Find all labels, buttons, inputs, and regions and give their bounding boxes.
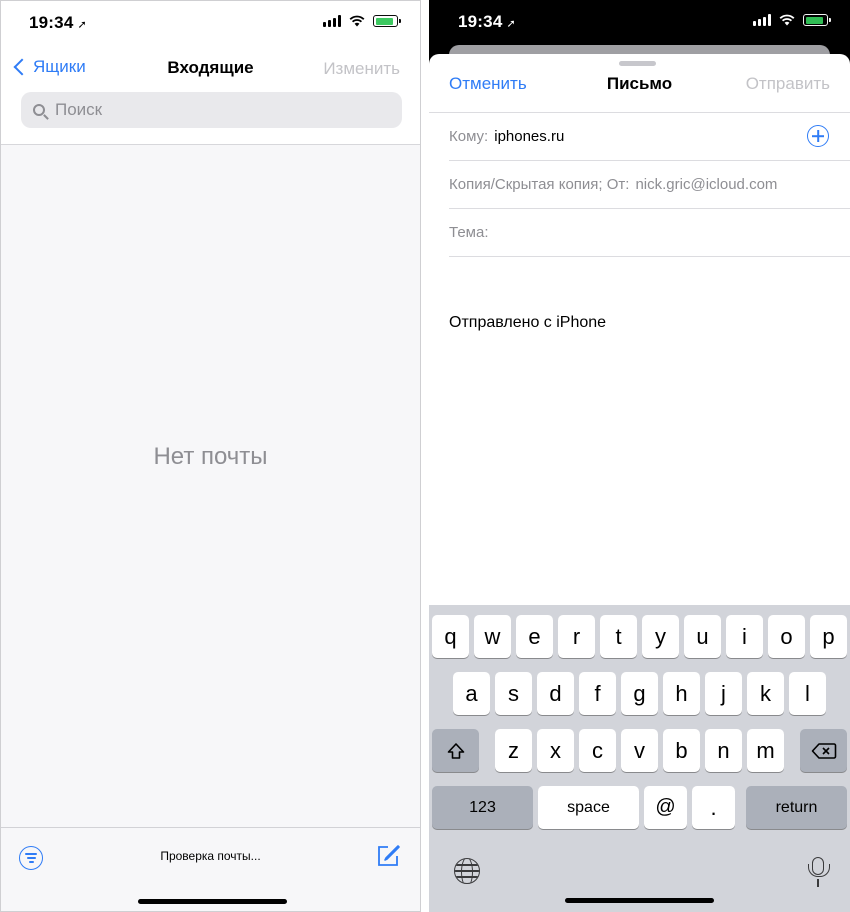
space-key[interactable]: space xyxy=(538,786,639,829)
to-value[interactable]: iphones.ru xyxy=(494,128,564,145)
wifi-icon xyxy=(779,14,795,26)
delete-key[interactable] xyxy=(800,729,847,772)
key-q[interactable]: q xyxy=(432,615,469,658)
compose-screen: 19:34 ➚ Отменить Письмо Отправить Кому: i… xyxy=(429,0,850,912)
cc-from-label: Копия/Скрытая копия; От: xyxy=(449,176,630,193)
home-indicator xyxy=(138,899,287,904)
key-o[interactable]: o xyxy=(768,615,805,658)
key-u[interactable]: u xyxy=(684,615,721,658)
key-s[interactable]: s xyxy=(495,672,532,715)
key-z[interactable]: z xyxy=(495,729,532,772)
to-label: Кому: xyxy=(449,128,489,145)
mail-status-text: Проверка почты... xyxy=(160,849,261,863)
key-l[interactable]: l xyxy=(789,672,826,715)
location-arrow-icon: ➚ xyxy=(506,18,516,30)
key-y[interactable]: y xyxy=(642,615,679,658)
status-time: 19:34 ➚ xyxy=(29,13,87,32)
search-icon xyxy=(33,104,45,116)
cellular-signal-icon xyxy=(323,15,341,27)
cellular-signal-icon xyxy=(753,14,771,26)
cc-from-field[interactable]: Копия/Скрытая копия; От: nick.gric@iclou… xyxy=(449,161,850,209)
battery-charging-icon xyxy=(803,14,831,26)
message-body[interactable]: Отправлено с iPhone xyxy=(449,314,606,332)
microphone-icon[interactable] xyxy=(808,857,830,877)
key-e[interactable]: e xyxy=(516,615,553,658)
return-key[interactable]: return xyxy=(746,786,847,829)
key-v[interactable]: v xyxy=(621,729,658,772)
status-icons xyxy=(323,15,401,27)
key-d[interactable]: d xyxy=(537,672,574,715)
sheet-grabber[interactable] xyxy=(619,61,656,66)
battery-charging-icon xyxy=(373,15,401,27)
search-field[interactable]: Поиск xyxy=(21,92,402,128)
numbers-key[interactable]: 123 xyxy=(432,786,533,829)
status-bar: 19:34 ➚ xyxy=(1,1,420,45)
key-k[interactable]: k xyxy=(747,672,784,715)
key-p[interactable]: p xyxy=(810,615,847,658)
inbox-screen: 19:34 ➚ Ящики Входящие Изменить Поиск Нет… xyxy=(0,0,421,912)
send-button[interactable]: Отправить xyxy=(746,74,830,94)
search-placeholder: Поиск xyxy=(55,100,103,119)
add-contact-icon[interactable] xyxy=(807,125,829,147)
keyboard: q w e r t y u i o p a s d f g h j k l z … xyxy=(429,605,850,912)
compose-icon[interactable] xyxy=(376,842,402,868)
status-time: 19:34 ➚ xyxy=(458,12,516,31)
at-key[interactable]: @ xyxy=(644,786,687,829)
home-indicator xyxy=(565,898,714,903)
key-j[interactable]: j xyxy=(705,672,742,715)
shift-icon xyxy=(447,742,464,759)
navigation-bar: Ящики Входящие Изменить xyxy=(1,53,420,89)
compose-glyph xyxy=(378,845,400,866)
key-w[interactable]: w xyxy=(474,615,511,658)
key-r[interactable]: r xyxy=(558,615,595,658)
key-g[interactable]: g xyxy=(621,672,658,715)
key-a[interactable]: a xyxy=(453,672,490,715)
from-value[interactable]: nick.gric@icloud.com xyxy=(635,176,777,193)
key-b[interactable]: b xyxy=(663,729,700,772)
edit-button[interactable]: Изменить xyxy=(323,59,400,79)
shift-key[interactable] xyxy=(432,729,479,772)
subject-label: Тема: xyxy=(449,224,489,241)
wifi-icon xyxy=(349,15,365,27)
microphone-stem xyxy=(817,879,819,887)
key-m[interactable]: m xyxy=(747,729,784,772)
backspace-icon xyxy=(811,742,836,759)
key-c[interactable]: c xyxy=(579,729,616,772)
to-field[interactable]: Кому: iphones.ru xyxy=(449,113,850,161)
message-list-empty xyxy=(1,145,420,828)
subject-field[interactable]: Тема: xyxy=(449,209,850,257)
globe-icon[interactable] xyxy=(454,858,480,884)
key-h[interactable]: h xyxy=(663,672,700,715)
key-f[interactable]: f xyxy=(579,672,616,715)
status-bar: 19:34 ➚ xyxy=(429,0,850,44)
key-i[interactable]: i xyxy=(726,615,763,658)
status-icons xyxy=(753,14,831,26)
key-n[interactable]: n xyxy=(705,729,742,772)
dot-key[interactable]: . xyxy=(692,786,735,829)
key-x[interactable]: x xyxy=(537,729,574,772)
location-arrow-icon: ➚ xyxy=(77,19,87,31)
empty-state-message: Нет почты xyxy=(153,443,268,470)
key-t[interactable]: t xyxy=(600,615,637,658)
